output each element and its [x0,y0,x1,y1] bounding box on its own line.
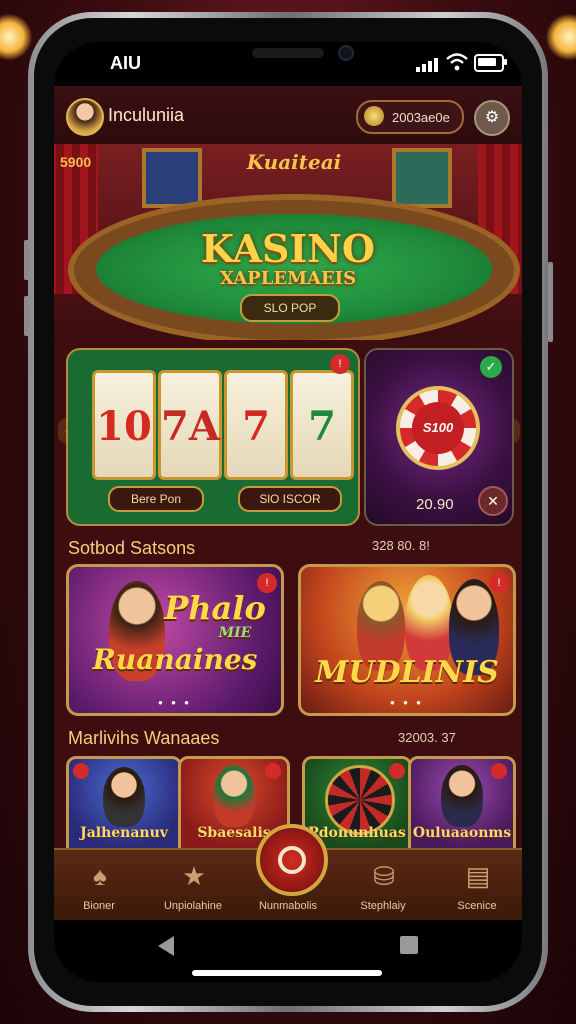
section-meta: 32003. 37 [398,730,456,745]
username: Inculuniia [108,105,185,125]
recents-icon[interactable] [400,936,418,954]
chip-icon [256,824,328,896]
status-time: AIU [110,53,141,73]
nav-item-favorites[interactable]: ★ Unpiolahine [148,850,238,922]
promo-title: Phalo [164,589,266,627]
notification-badge: ! [330,354,350,374]
reel-symbol: 7 [308,403,336,450]
hero-title: Kuaiteai [246,150,342,174]
notification-badge: ! [489,573,509,593]
game-title: Jalhenanuv [80,825,168,841]
slot-reel: 7 [224,370,288,480]
hero-badge: 5900 [60,154,92,170]
status-bar: AIU [54,42,522,86]
system-navigation-bar [54,920,522,982]
nav-item-wallet[interactable]: ⛁ Stephlaiy [338,850,428,922]
balance-pill[interactable]: 2003ae0e [356,100,464,134]
joker-icon: ♠ [93,861,107,891]
casino-logo-subtitle: XAPLEMAEIS [219,268,357,289]
gear-icon[interactable]: ⚙ [474,100,510,136]
carousel-dots: ● ● ● [158,698,192,707]
avatar[interactable] [66,98,104,136]
nav-label: Stephlaiy [360,900,406,912]
slot-bet-button[interactable]: Bere Pon [108,486,204,512]
slot-score-button[interactable]: SlO ISCOR [238,486,342,512]
promo-card[interactable]: MUDLINIS ! ● ● ● [298,564,516,716]
game-card[interactable]: Jalhenanuv [66,756,182,858]
battery-icon [474,54,507,72]
chip-wheel-card[interactable]: ✓ S100 20.90 ✕ [364,348,514,526]
section-meta: 328 80. 8! [372,538,430,553]
game-card[interactable]: Ouluaaonms [408,756,516,858]
ticket-icon: ▤ [465,861,491,891]
star-icon: ★ [182,861,206,891]
top-bar: Inculuniia 2003ae0e ⚙ [54,86,522,144]
notification-badge [73,763,89,779]
power-button [548,262,553,342]
slot-reel: 7A [158,370,222,480]
nav-item-center[interactable]: Nunmabolis [243,824,333,922]
speaker-notch [252,48,324,58]
reel-symbol: 10 [96,403,152,450]
app-screen: AIU Inculuniia 2003ae0e ⚙ 5900 Kuaiteai [54,42,522,982]
nav-item-service[interactable]: ▤ Scenice [432,850,522,922]
game-title: Ouluaaonms [412,825,512,841]
promo-title: MUDLINIS [315,655,499,690]
nav-label: Bioner [83,900,115,912]
character-image [441,765,483,827]
section-title: Marlivihs Wanaaes [68,728,220,748]
coin-icon [364,106,384,126]
chips-stack-icon: ⛁ [373,861,395,891]
painting-right [392,148,452,208]
volume-down-button [24,296,29,336]
promo-subtitle: MIE [218,625,252,641]
wheel-value: 20.90 [416,496,454,513]
hero-play-button[interactable]: SLO POP [240,294,340,322]
carousel-dots: ● ● ● [390,698,424,707]
volume-up-button [24,240,29,280]
notification-badge [265,763,281,779]
balance-value: 2003ae0e [392,110,450,125]
notification-badge [491,763,507,779]
bottom-navigation: ♠ Bioner ★ Unpiolahine Nunmabolis ⛁ Step… [54,824,522,922]
casino-logo: KASINO [200,226,376,271]
painting-left [142,148,202,208]
character-image [103,767,145,827]
signal-icon [416,56,438,72]
promo-title-secondary: Ruanaines [92,643,258,676]
reel-symbol: 7A [161,403,220,450]
slot-reel: 10 [92,370,156,480]
home-indicator[interactable] [192,970,382,976]
notification-badge: ! [257,573,277,593]
nav-label: Unpiolahine [163,900,223,912]
front-camera [338,45,354,61]
nav-label: Scenice [457,900,497,912]
wifi-icon [446,53,468,71]
back-icon[interactable] [158,936,174,956]
chip-label: S100 [412,402,464,454]
promo-card[interactable]: Phalo MIE Ruanaines ! ● ● ● [66,564,284,716]
casino-chip-icon: S100 [396,386,480,470]
section-title: Sotbod Satsons [68,538,196,558]
slot-machine-card[interactable]: 10 7A 7 7 Bere Pon SlO ISCOR ! [66,348,360,526]
hero-banner[interactable]: 5900 Kuaiteai KASINO XAPLEMAEIS SLO POP [54,144,522,340]
notification-badge [389,763,405,779]
nav-item-home[interactable]: ♠ Bioner [54,850,144,922]
close-icon[interactable]: ✕ [478,486,508,516]
slot-reel: 7 [290,370,354,480]
reel-symbol: 7 [242,403,270,450]
nav-label: Nunmabolis [258,900,318,912]
check-icon: ✓ [480,356,502,378]
character-image [213,765,255,827]
